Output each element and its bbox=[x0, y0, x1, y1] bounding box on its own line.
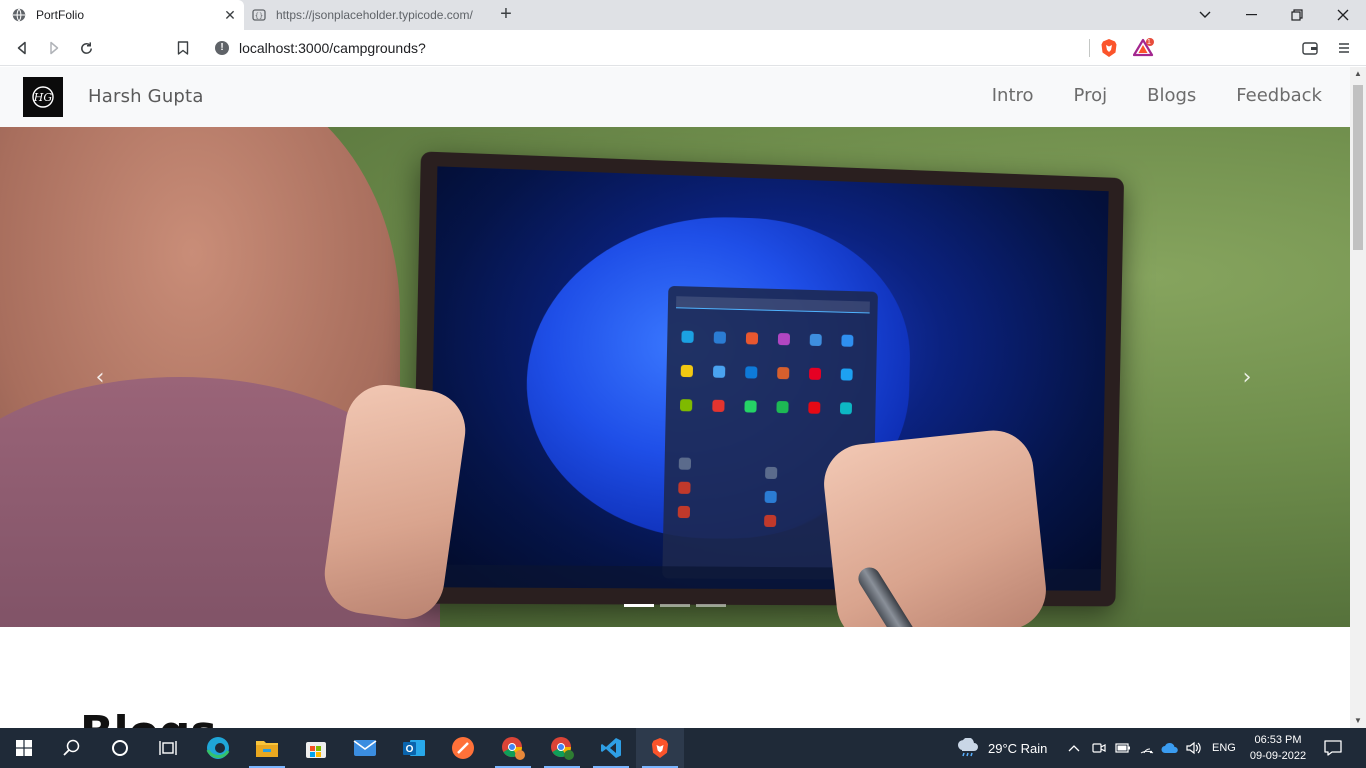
file-explorer-icon[interactable] bbox=[243, 728, 291, 768]
menu-icon[interactable] bbox=[1332, 36, 1356, 60]
scrollbar-thumb[interactable] bbox=[1353, 85, 1363, 250]
weather-text: 29°C Rain bbox=[988, 740, 1048, 756]
new-tab-button[interactable]: + bbox=[494, 3, 518, 27]
windows-taskbar: O 29°C Rain ENG 06:53 PM 09-09-2022 bbox=[0, 728, 1366, 768]
wallet-icon[interactable] bbox=[1298, 36, 1322, 60]
task-view-icon[interactable] bbox=[144, 728, 192, 768]
mail-icon[interactable] bbox=[341, 728, 389, 768]
nav-link-feedback[interactable]: Feedback bbox=[1236, 85, 1322, 106]
tab-jsonplaceholder[interactable]: {} https://jsonplaceholder.typicode.com/ bbox=[244, 0, 484, 30]
forward-button[interactable] bbox=[42, 36, 66, 60]
site-navbar: HG Harsh Gupta Intro Proj Blogs Feedback bbox=[0, 67, 1350, 127]
scroll-up-arrow-icon[interactable]: ▲ bbox=[1350, 67, 1366, 81]
carousel-prev-icon[interactable]: ‹ bbox=[90, 365, 110, 390]
brave-browser-icon[interactable] bbox=[636, 728, 684, 768]
carousel-indicator[interactable] bbox=[696, 604, 726, 607]
meet-now-icon[interactable] bbox=[1092, 728, 1106, 768]
tab-title: https://jsonplaceholder.typicode.com/ bbox=[276, 8, 473, 22]
windows-start-icon[interactable] bbox=[0, 728, 48, 768]
tab-portfolio[interactable]: PortFolio ✕ bbox=[0, 0, 244, 30]
battery-icon[interactable] bbox=[1115, 728, 1131, 768]
page-viewport: HG Harsh Gupta Intro Proj Blogs Feedback bbox=[0, 67, 1350, 728]
system-clock[interactable]: 06:53 PM 09-09-2022 bbox=[1238, 732, 1318, 764]
language-indicator[interactable]: ENG bbox=[1212, 728, 1236, 768]
microsoft-store-icon[interactable] bbox=[292, 728, 340, 768]
logo-text: HG bbox=[33, 91, 53, 104]
minimize-button[interactable] bbox=[1228, 0, 1274, 30]
weather-widget[interactable]: 29°C Rain bbox=[956, 728, 1047, 768]
cortana-icon[interactable] bbox=[96, 728, 144, 768]
carousel-indicators bbox=[624, 604, 726, 607]
section-heading-blogs: Blogs bbox=[80, 707, 217, 728]
volume-icon[interactable] bbox=[1186, 728, 1202, 768]
clock-time: 06:53 PM bbox=[1254, 734, 1302, 746]
app-launcher-icon[interactable] bbox=[439, 728, 487, 768]
address-bar[interactable]: ! localhost:3000/campgrounds? bbox=[205, 34, 1085, 62]
page-scrollbar[interactable]: ▲ ▼ bbox=[1350, 67, 1366, 728]
brave-rewards-icon[interactable]: 1 bbox=[1132, 36, 1156, 60]
brand-name[interactable]: Harsh Gupta bbox=[88, 86, 204, 107]
toolbar-divider bbox=[1089, 39, 1090, 57]
restore-button[interactable] bbox=[1274, 0, 1320, 30]
vscode-icon[interactable] bbox=[587, 728, 635, 768]
site-icon: {} bbox=[252, 8, 266, 22]
nav-links: Intro Proj Blogs Feedback bbox=[952, 85, 1322, 106]
nav-link-proj[interactable]: Proj bbox=[1074, 85, 1108, 106]
globe-icon bbox=[12, 8, 26, 22]
close-tab-icon[interactable]: ✕ bbox=[220, 7, 240, 24]
brave-shields-icon[interactable] bbox=[1097, 36, 1121, 60]
outlook-icon[interactable]: O bbox=[390, 728, 438, 768]
rewards-badge-count: 1 bbox=[1147, 39, 1151, 46]
chrome-profile-1-icon[interactable] bbox=[489, 728, 537, 768]
show-hidden-icons-chevron-icon[interactable] bbox=[1068, 728, 1080, 768]
edge-icon[interactable] bbox=[194, 728, 242, 768]
nav-link-blogs[interactable]: Blogs bbox=[1147, 85, 1196, 106]
chrome-profile-2-icon[interactable] bbox=[538, 728, 586, 768]
site-info-icon[interactable]: ! bbox=[215, 41, 229, 55]
site-logo[interactable]: HG bbox=[23, 77, 63, 117]
bookmark-icon[interactable] bbox=[171, 36, 195, 60]
search-icon[interactable] bbox=[48, 728, 96, 768]
scroll-down-arrow-icon[interactable]: ▼ bbox=[1350, 714, 1366, 728]
reload-icon[interactable] bbox=[74, 36, 98, 60]
close-window-button[interactable] bbox=[1320, 0, 1366, 30]
nav-link-intro[interactable]: Intro bbox=[992, 85, 1034, 106]
tab-search-chevron-icon[interactable] bbox=[1182, 0, 1228, 30]
clock-date: 09-09-2022 bbox=[1249, 750, 1307, 762]
back-button[interactable] bbox=[10, 36, 34, 60]
onedrive-cloud-icon[interactable] bbox=[1161, 728, 1179, 768]
start-search-graphic bbox=[676, 296, 870, 314]
tab-title: PortFolio bbox=[36, 8, 85, 22]
carousel-indicator[interactable] bbox=[660, 604, 690, 607]
rain-cloud-icon bbox=[958, 738, 978, 757]
svg-text:O: O bbox=[406, 744, 414, 755]
address-text: localhost:3000/campgrounds? bbox=[239, 40, 426, 56]
carousel-next-icon[interactable]: › bbox=[1237, 365, 1257, 390]
svg-text:{}: {} bbox=[255, 12, 263, 20]
browser-tab-strip: PortFolio ✕ {} https://jsonplaceholder.t… bbox=[0, 0, 1366, 30]
photo-right-hand bbox=[820, 426, 1050, 627]
wifi-icon[interactable] bbox=[1140, 728, 1154, 768]
browser-toolbar: ! localhost:3000/campgrounds? 1 bbox=[0, 30, 1366, 66]
carousel-indicator[interactable] bbox=[624, 604, 654, 607]
hero-carousel: ‹ › bbox=[0, 127, 1350, 627]
notifications-icon[interactable] bbox=[1324, 728, 1342, 768]
